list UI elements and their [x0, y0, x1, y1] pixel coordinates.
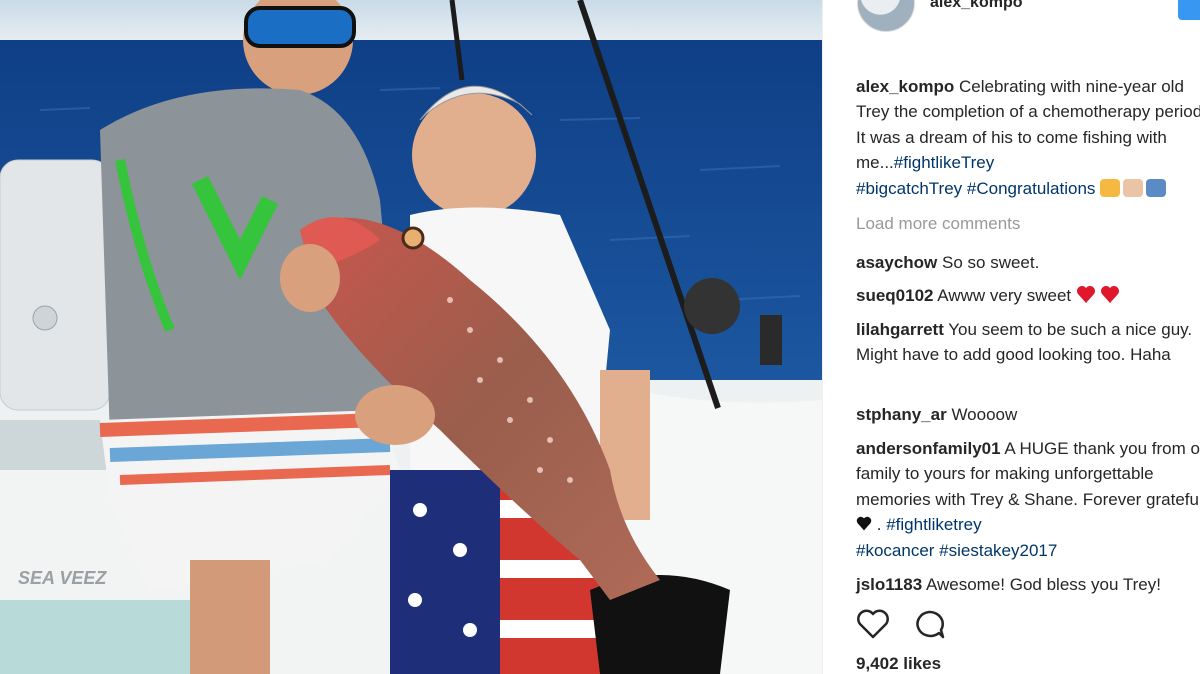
post-header: alex_kompo	[823, 0, 1200, 40]
comment-item: jslo1183 Awesome! God bless you Trey!	[856, 572, 1200, 597]
post-photo: SEA VEEZ	[0, 0, 822, 674]
like-count[interactable]: 9,402 likes	[856, 654, 941, 674]
comment-item: asaychow So so sweet.	[856, 250, 1200, 275]
person-icon	[1146, 178, 1167, 197]
comment-item: andersonfamily01 A HUGE thank you from o…	[856, 436, 1200, 563]
comment-text: Awww very sweet	[937, 286, 1072, 305]
comment-item: lilahgarrett You seem to be such a nice …	[856, 317, 1200, 368]
red-heart-icon	[1076, 286, 1119, 303]
hashtag-link[interactable]: #siestakey2017	[939, 541, 1057, 560]
comment-text: Woooow	[951, 405, 1018, 424]
comment-item: stphany_ar Woooow	[856, 402, 1200, 427]
comment-text: So so sweet.	[942, 253, 1040, 272]
black-heart-icon	[856, 517, 872, 531]
comment-text-tail: .	[876, 515, 882, 535]
comment-icon[interactable]	[912, 608, 946, 640]
flexed-biceps-icon	[1100, 178, 1121, 197]
post-caption: alex_kompo Celebrating with nine-year ol…	[856, 74, 1200, 201]
hashtag-link[interactable]: #Congratulations	[967, 179, 1096, 198]
comment-username[interactable]: sueq0102	[856, 286, 934, 305]
comment-text: Awesome! God bless you Trey!	[925, 575, 1161, 594]
comment-username[interactable]: stphany_ar	[856, 405, 947, 424]
comment-username[interactable]: asaychow	[856, 253, 937, 272]
hashtag-link[interactable]: #fightlikeTrey	[894, 153, 994, 172]
comment-item: sueq0102 Awww very sweet	[856, 283, 1200, 308]
heart-icon[interactable]	[856, 608, 890, 640]
header-username[interactable]: alex_kompo	[930, 0, 1022, 12]
boat-brand-text: SEA VEEZ	[18, 568, 107, 588]
load-more-comments[interactable]: Load more comments	[856, 214, 1020, 234]
avatar[interactable]	[857, 0, 915, 32]
follow-button[interactable]	[1178, 0, 1200, 20]
hashtag-link[interactable]: #kocancer	[856, 541, 934, 560]
fishing-photo: SEA VEEZ	[0, 0, 822, 674]
hashtag-link[interactable]: #bigcatchTrey	[856, 179, 962, 198]
comment-username[interactable]: andersonfamily01	[856, 439, 1001, 458]
hashtag-link[interactable]: #fightliketrey	[886, 515, 981, 534]
fist-bump-icon	[1123, 178, 1144, 197]
caption-username[interactable]: alex_kompo	[856, 77, 954, 96]
comment-username[interactable]: jslo1183	[856, 575, 922, 594]
comment-username[interactable]: lilahgarrett	[856, 320, 944, 339]
post-sidebar: alex_kompo alex_kompo Celebrating with n…	[822, 0, 1200, 674]
